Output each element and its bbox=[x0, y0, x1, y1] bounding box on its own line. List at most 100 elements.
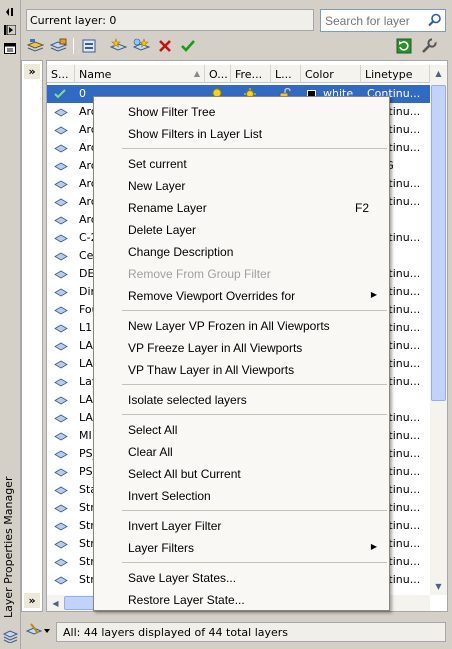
scroll-down-icon[interactable]: ▼ bbox=[430, 578, 447, 595]
top-bar: Current layer: 0 bbox=[21, 0, 452, 60]
column-header-name-label: Name bbox=[79, 68, 112, 81]
menu-separator bbox=[122, 148, 387, 149]
layer-name: MI bbox=[79, 429, 92, 442]
layer-icon bbox=[54, 359, 68, 369]
menu-vp-thaw-layer[interactable]: VP Thaw Layer in All Viewports bbox=[96, 359, 387, 381]
delete-layer-icon[interactable] bbox=[156, 37, 174, 55]
menu-item-label: Invert Layer Filter bbox=[128, 519, 222, 533]
search-icon[interactable] bbox=[428, 13, 442, 27]
menu-select-all-but-current[interactable]: Select All but Current bbox=[96, 463, 387, 485]
layer-icon bbox=[54, 557, 68, 567]
menu-clear-all[interactable]: Clear All bbox=[96, 441, 387, 463]
menu-select-all[interactable]: Select All bbox=[96, 419, 387, 441]
expand-filter-tree-bottom-button[interactable]: » bbox=[24, 593, 40, 608]
menu-item-label: Show Filter Tree bbox=[128, 105, 216, 119]
filter-dropdown-button[interactable] bbox=[26, 622, 52, 640]
scroll-up-icon[interactable]: ▲ bbox=[430, 65, 447, 82]
new-layer-icon[interactable] bbox=[110, 37, 128, 55]
menu-save-layer-states[interactable]: Save Layer States... bbox=[96, 567, 387, 589]
settings-icon[interactable] bbox=[420, 37, 438, 55]
status-text: All: 44 layers displayed of 44 total lay… bbox=[56, 622, 446, 642]
layer-list-header: S... Name ▲ O... Fre... L... Color Linety… bbox=[47, 65, 430, 83]
menu-item-label: Invert Selection bbox=[128, 489, 211, 503]
menu-remove-from-group-filter: Remove From Group Filter bbox=[96, 263, 387, 285]
menu-restore-layer-state[interactable]: Restore Layer State... bbox=[96, 589, 387, 611]
layer-icon bbox=[54, 413, 68, 423]
current-layer-check-icon bbox=[54, 89, 66, 99]
menu-item-label: VP Thaw Layer in All Viewports bbox=[128, 363, 295, 377]
menu-layer-filters[interactable]: Layer Filters ▶ bbox=[96, 537, 387, 559]
layer-icon bbox=[54, 341, 68, 351]
layer-icon bbox=[54, 503, 68, 513]
menu-separator bbox=[122, 384, 387, 385]
layer-icon bbox=[54, 521, 68, 531]
new-group-filter-icon[interactable] bbox=[50, 37, 68, 55]
menu-rename-layer[interactable]: Rename Layer F2 bbox=[96, 197, 387, 219]
column-header-lock[interactable]: L... bbox=[271, 65, 301, 83]
layer-name: L1 bbox=[79, 321, 93, 334]
layer-icon bbox=[54, 179, 68, 189]
layer-icon bbox=[54, 107, 68, 117]
menu-item-label: Delete Layer bbox=[128, 223, 197, 237]
menu-show-filter-tree[interactable]: Show Filter Tree bbox=[96, 101, 387, 123]
menu-item-label: Layer Filters bbox=[128, 541, 195, 555]
menu-show-filters-in-layer-list[interactable]: Show Filters in Layer List bbox=[96, 123, 387, 145]
column-header-linetype[interactable]: Linetype bbox=[361, 65, 430, 83]
menu-new-layer-vp-frozen[interactable]: New Layer VP Frozen in All Viewports bbox=[96, 315, 387, 337]
column-header-status[interactable]: S... bbox=[47, 65, 75, 83]
menu-remove-viewport-overrides[interactable]: Remove Viewport Overrides for ▶ bbox=[96, 285, 387, 307]
layer-icon bbox=[54, 431, 68, 441]
layer-icon bbox=[54, 323, 68, 333]
search-box[interactable] bbox=[320, 9, 446, 32]
menu-item-label: Change Description bbox=[128, 245, 234, 259]
layer-icon bbox=[54, 125, 68, 135]
scroll-left-icon[interactable]: ◀ bbox=[47, 595, 64, 611]
menu-shortcut: F2 bbox=[354, 201, 369, 215]
layer-icon bbox=[54, 143, 68, 153]
layer-icon bbox=[54, 575, 68, 585]
layer-icon bbox=[54, 449, 68, 459]
column-header-name[interactable]: Name ▲ bbox=[75, 65, 205, 83]
layer-icon bbox=[54, 305, 68, 315]
menu-change-description[interactable]: Change Description bbox=[96, 241, 387, 263]
context-menu: Show Filter Tree Show Filters in Layer Li… bbox=[93, 96, 390, 611]
new-property-filter-icon[interactable] bbox=[27, 37, 45, 55]
column-header-on[interactable]: O... bbox=[205, 65, 231, 83]
menu-item-label: Remove From Group Filter bbox=[128, 267, 271, 281]
column-header-color[interactable]: Color bbox=[301, 65, 361, 83]
pin-icon[interactable] bbox=[3, 6, 17, 18]
layer-name: LA bbox=[79, 393, 93, 406]
menu-delete-layer[interactable]: Delete Layer bbox=[96, 219, 387, 241]
menu-item-label: Select All bbox=[128, 423, 178, 437]
menu-item-label: Remove Viewport Overrides for bbox=[128, 289, 296, 303]
layer-icon bbox=[54, 395, 68, 405]
menu-invert-layer-filter[interactable]: Invert Layer Filter bbox=[96, 515, 387, 537]
layer-icon bbox=[54, 251, 68, 261]
menu-item-label: New Layer VP Frozen in All Viewports bbox=[128, 319, 330, 333]
properties-icon[interactable] bbox=[3, 42, 17, 54]
menu-item-label: Rename Layer bbox=[128, 201, 207, 215]
menu-item-label: Set current bbox=[128, 157, 187, 171]
menu-new-layer[interactable]: New Layer bbox=[96, 175, 387, 197]
menu-vp-freeze-layer[interactable]: VP Freeze Layer in All Viewports bbox=[96, 337, 387, 359]
vertical-scroll-thumb[interactable] bbox=[431, 85, 446, 401]
menu-set-current[interactable]: Set current bbox=[96, 153, 387, 175]
set-current-icon[interactable] bbox=[179, 37, 197, 55]
submenu-arrow-icon: ▶ bbox=[370, 542, 377, 551]
menu-separator bbox=[122, 310, 387, 311]
expand-filter-tree-button[interactable]: » bbox=[24, 64, 40, 79]
new-layer-vp-frozen-icon[interactable] bbox=[133, 37, 151, 55]
menu-isolate-selected-layers[interactable]: Isolate selected layers bbox=[96, 389, 387, 411]
menu-item-label: Clear All bbox=[128, 445, 173, 459]
menu-item-label: Select All but Current bbox=[128, 467, 241, 481]
layer-states-manager-icon[interactable] bbox=[80, 37, 98, 55]
menu-invert-selection[interactable]: Invert Selection bbox=[96, 485, 387, 507]
vertical-scrollbar[interactable]: ▲ ▼ bbox=[430, 65, 447, 595]
search-input[interactable] bbox=[321, 10, 425, 31]
filter-tree-pane: » » bbox=[21, 60, 43, 612]
column-header-freeze[interactable]: Fre... bbox=[231, 65, 271, 83]
refresh-icon[interactable] bbox=[395, 37, 413, 55]
palette-title: Layer Properties Manager bbox=[2, 476, 15, 618]
menu-item-label: Restore Layer State... bbox=[128, 593, 245, 607]
autohide-icon[interactable] bbox=[3, 24, 17, 36]
